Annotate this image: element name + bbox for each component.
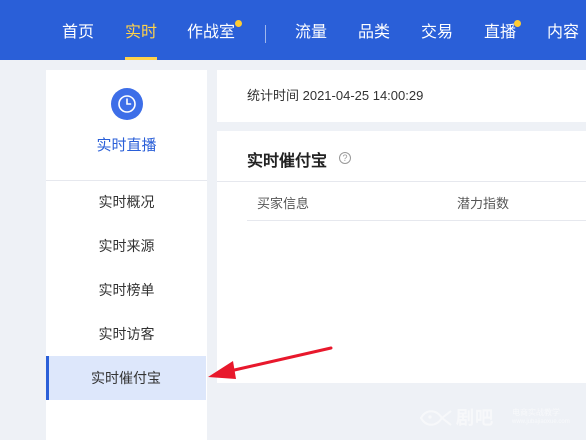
new-badge-dot [235,20,242,27]
sidebar-item-rankings[interactable]: 实时榜单 [46,268,207,312]
divider [217,181,586,182]
sidebar-header: 实时直播 [46,70,207,181]
nav-item-home[interactable]: 首页 [62,0,94,60]
watermark-url: www.jubajiaoxue.com [512,419,570,425]
watermark-tagline: 电商实战教学 [512,408,560,417]
sidebar-item-label: 实时催付宝 [91,370,161,386]
nav-item-live[interactable]: 直播 [484,0,516,60]
table-header-divider [247,220,586,221]
panel-title: 实时催付宝 [247,153,328,170]
stats-time-card: 统计时间 2021-04-25 14:00:29 [217,70,586,122]
annotation-arrow-icon [208,346,333,379]
nav-item-traffic[interactable]: 流量 [295,0,327,60]
active-tab-underline [125,57,158,60]
stats-time-text: 统计时间 2021-04-25 14:00:29 [247,88,424,103]
nav-item-content[interactable]: 内容 [547,0,579,60]
active-indicator [46,356,49,400]
nav-item-realtime[interactable]: 实时 [125,0,158,60]
sidebar-title: 实时直播 [96,137,157,154]
help-icon[interactable]: ? [339,152,351,164]
new-badge-dot [514,20,521,27]
column-header-buyer-info[interactable]: 买家信息 [257,193,309,212]
nav-item-realtime-label: 实时 [125,24,158,41]
top-navigation: 首页 实时 作战室 流量 品类 交易 直播 内容 [0,0,586,60]
nav-item-trade[interactable]: 交易 [421,0,453,60]
column-header-potential-index[interactable]: 潜力指数 [457,193,509,212]
sidebar-item-sources[interactable]: 实时来源 [46,224,207,268]
sidebar: 实时直播 实时概况 实时来源 实时榜单 实时访客 实时催付宝 [46,70,207,440]
watermark: 剧吧 电商实战教学 www.jubajiaoxue.com [416,400,586,436]
nav-item-category[interactable]: 品类 [358,0,390,60]
watermark-brand: 剧吧 [456,408,494,428]
clock-icon [111,88,143,120]
sidebar-item-visitors[interactable]: 实时访客 [46,312,207,356]
sidebar-item-payment-reminder[interactable]: 实时催付宝 [46,356,206,400]
sidebar-item-overview[interactable]: 实时概况 [46,180,207,224]
watermark-logo-icon [419,410,452,426]
nav-item-war-room[interactable]: 作战室 [187,0,235,60]
nav-divider [265,25,266,43]
